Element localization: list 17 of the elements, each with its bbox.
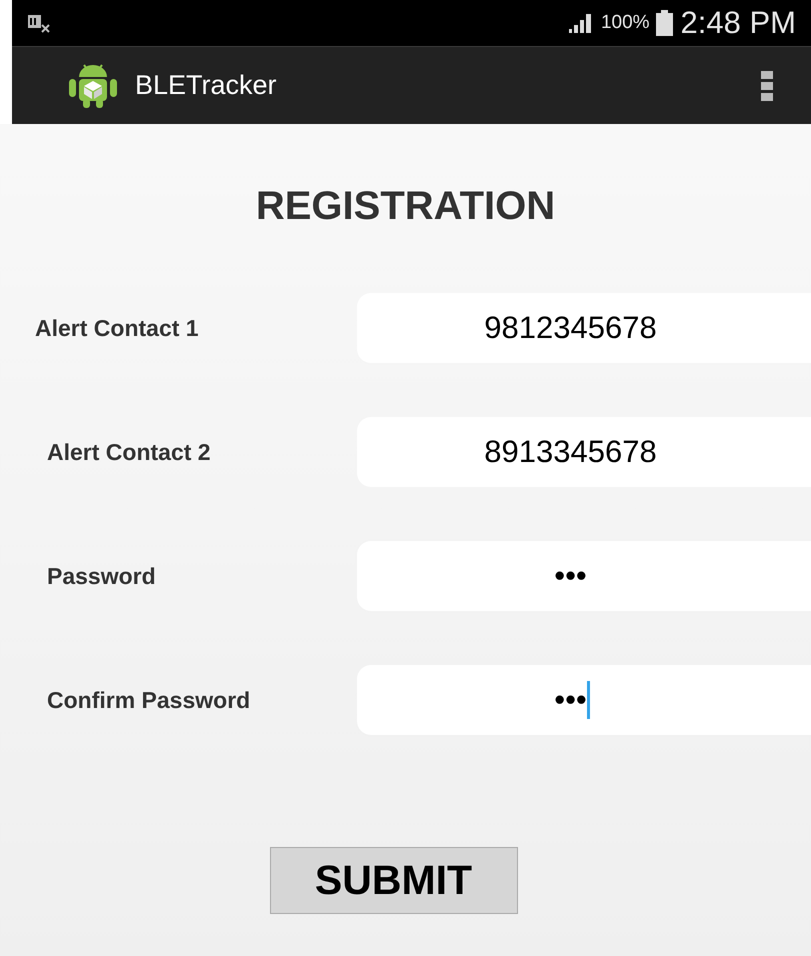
input-field[interactable]: 8913345678	[357, 417, 811, 487]
clock: 2:48 PM	[680, 4, 796, 42]
app-title: BLETracker	[135, 69, 277, 102]
input-field[interactable]: 9812345678	[357, 293, 811, 363]
sim-card-icon	[27, 12, 51, 34]
overflow-menu-icon[interactable]	[761, 70, 773, 100]
battery-icon	[656, 10, 673, 36]
field-label: Alert Contact 1	[34, 314, 200, 343]
field-label: Password	[46, 562, 157, 591]
battery-percent: 100%	[600, 10, 650, 35]
registration-heading: REGISTRATION	[256, 183, 556, 230]
input-field[interactable]: •••	[357, 541, 811, 611]
field-label: Alert Contact 2	[46, 438, 212, 467]
input-field[interactable]: •••	[357, 665, 811, 735]
field-label: Confirm Password	[46, 686, 252, 715]
submit-button[interactable]: SUBMIT	[270, 847, 518, 914]
signal-icon	[566, 12, 593, 34]
